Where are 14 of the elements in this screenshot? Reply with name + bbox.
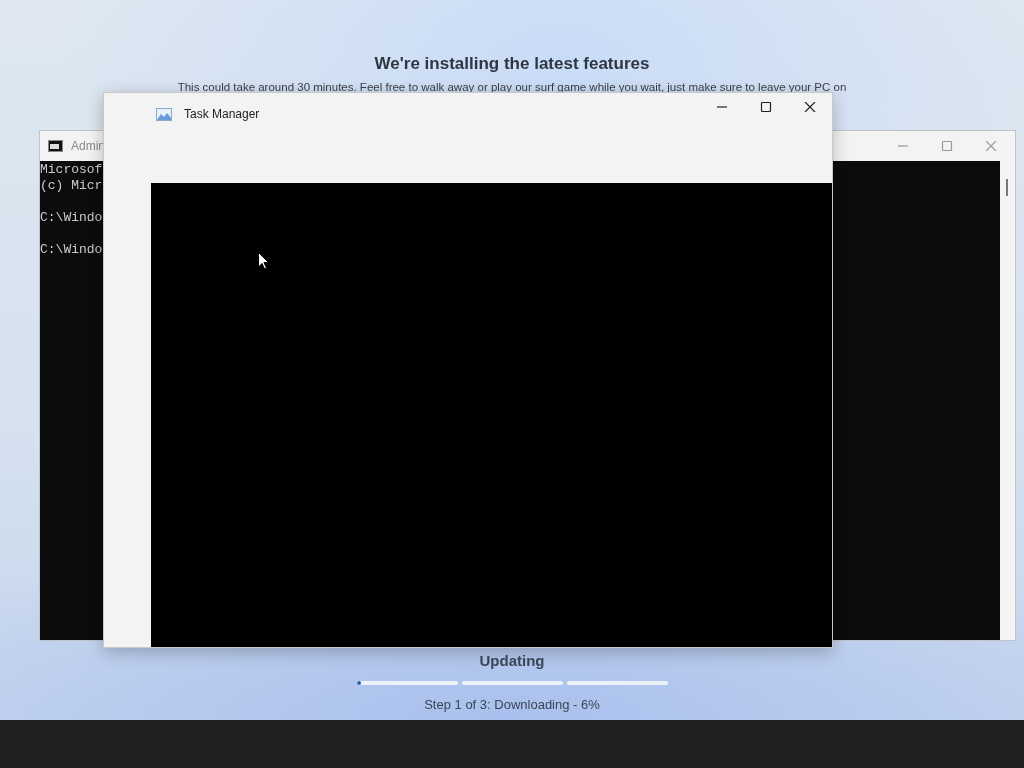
scrollbar-thumb[interactable] <box>1006 179 1008 196</box>
console-icon <box>48 140 63 152</box>
mouse-pointer-icon <box>258 252 269 270</box>
window-title: Task Manager <box>184 106 260 123</box>
close-icon <box>985 141 997 151</box>
setup-title: We're installing the latest features <box>374 54 650 73</box>
setup-subtitle: This could take around 30 minutes. Feel free to walk away or play our surf game while you wait, just make sure to leave your PC on <box>177 81 847 93</box>
step-text: Step 1 of 3: Downloading - 6% <box>424 695 600 714</box>
image-icon <box>156 107 172 121</box>
close-icon <box>804 102 816 112</box>
console-output: Microsof (c) Micr C:\Windo C:\Windo <box>40 162 103 258</box>
maximize-icon <box>941 141 953 151</box>
maximize-icon <box>760 102 772 112</box>
status-text: Updating <box>479 651 545 671</box>
